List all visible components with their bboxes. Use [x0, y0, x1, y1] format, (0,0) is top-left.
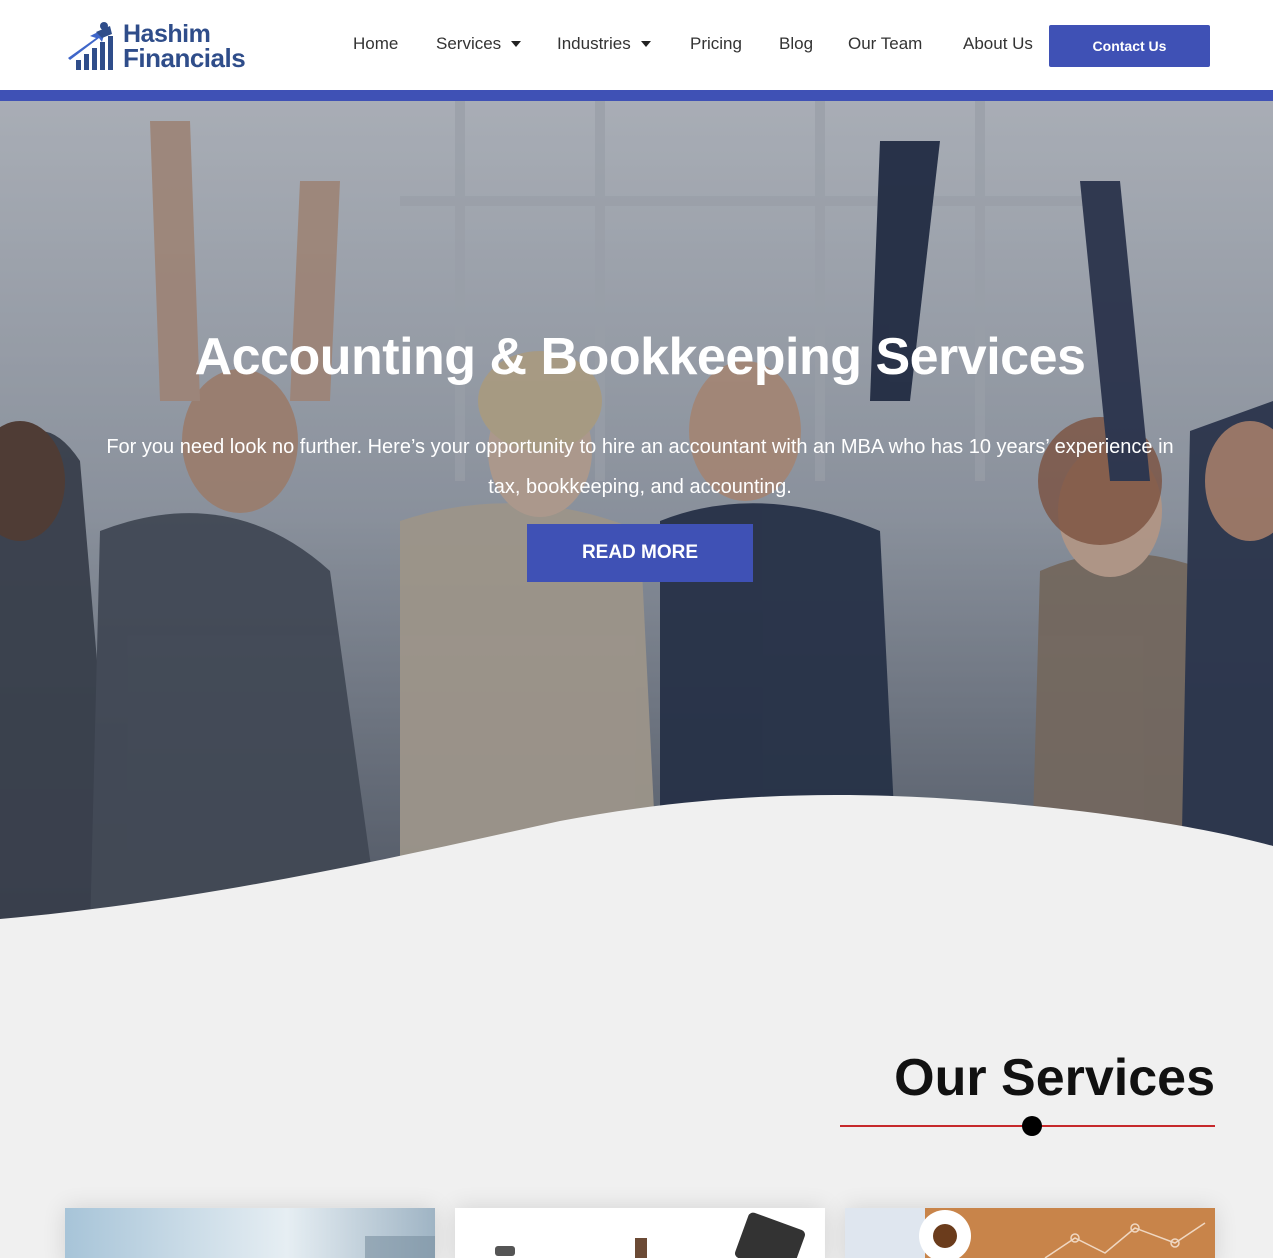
- chevron-down-icon: [511, 41, 522, 47]
- nav-services[interactable]: Services: [436, 34, 522, 54]
- service-card-3-image: [845, 1208, 1215, 1258]
- nav-our-team[interactable]: Our Team: [848, 34, 922, 54]
- nav-about-us-label: About Us: [963, 34, 1033, 53]
- nav-blog-label: Blog: [779, 34, 814, 53]
- nav-pricing-label: Pricing: [690, 34, 742, 53]
- nav-industries[interactable]: Industries: [557, 34, 651, 54]
- service-card-2[interactable]: [455, 1208, 825, 1258]
- contact-us-button[interactable]: Contact Us: [1049, 25, 1210, 67]
- hero-wave-divider: [0, 795, 1273, 931]
- services-divider-dot: [1022, 1116, 1042, 1136]
- brand-name: Hashim Financials: [123, 22, 246, 73]
- brand-line2: Financials: [123, 43, 246, 73]
- nav-our-team-label: Our Team: [848, 34, 923, 53]
- chevron-down-icon: [640, 41, 651, 47]
- logo-mark-icon: [68, 22, 113, 70]
- nav-home-label: Home: [353, 34, 399, 53]
- service-card-1[interactable]: [65, 1208, 435, 1258]
- services-heading: Our Services: [894, 1049, 1215, 1107]
- service-card-1-image: [65, 1208, 435, 1258]
- nav-home[interactable]: Home: [353, 34, 398, 54]
- nav-blog[interactable]: Blog: [779, 34, 813, 54]
- nav-about-us[interactable]: About Us: [963, 34, 1033, 54]
- brand-logo[interactable]: Hashim Financials: [66, 20, 246, 74]
- service-card-3[interactable]: [845, 1208, 1215, 1258]
- service-card-2-image: [455, 1208, 825, 1258]
- nav-industries-label: Industries: [557, 34, 631, 53]
- hero-section: Accounting & Bookkeeping Services For yo…: [0, 101, 1273, 931]
- nav-pricing[interactable]: Pricing: [690, 34, 742, 54]
- nav-services-label: Services: [436, 34, 502, 53]
- site-header: Hashim Financials Home Services Industri…: [0, 0, 1273, 90]
- header-accent-bar: [0, 90, 1273, 101]
